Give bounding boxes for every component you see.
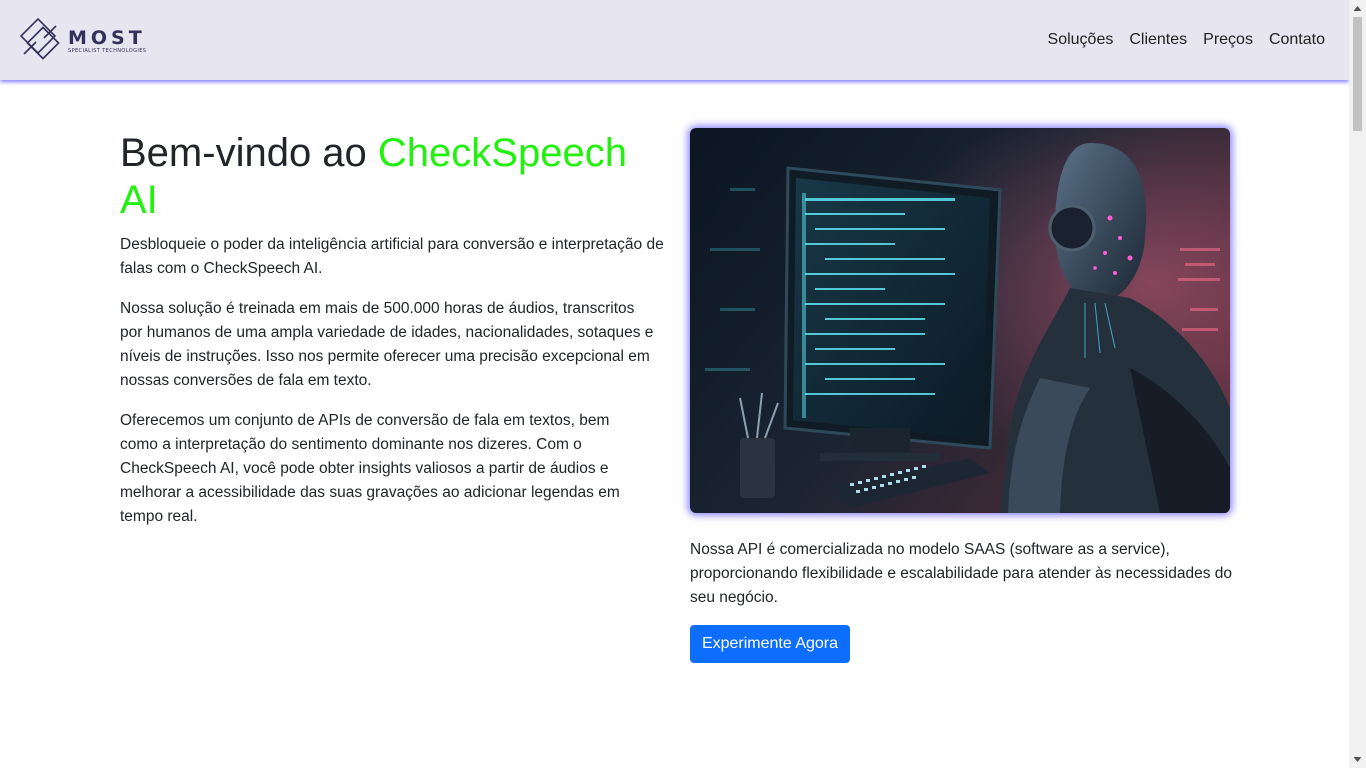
- brand-logo[interactable]: MOST SPECIALIST TECHNOLOGIES: [18, 14, 146, 68]
- nav-link-contato[interactable]: Contato: [1269, 29, 1325, 51]
- navbar: MOST SPECIALIST TECHNOLOGIES Soluções Cl…: [0, 0, 1349, 80]
- saas-paragraph: Nossa API é comercializada no modelo SAA…: [690, 541, 1233, 606]
- diamond-logo-icon: [19, 17, 60, 60]
- hero-image: [690, 128, 1230, 513]
- nav-link-clientes[interactable]: Clientes: [1129, 29, 1187, 51]
- try-now-button[interactable]: Experimente Agora: [690, 625, 850, 663]
- nav-link-precos[interactable]: Preços: [1203, 29, 1253, 51]
- logo-wordmark: MOST: [68, 27, 146, 49]
- hero-title: Bem-vindo ao CheckSpeech AI: [120, 130, 660, 224]
- intro-paragraph: Desbloqueie o poder da inteligência arti…: [120, 236, 664, 277]
- scroll-up-icon[interactable]: [1349, 0, 1366, 17]
- nav-link-solucoes[interactable]: Soluções: [1048, 29, 1114, 51]
- apis-paragraph: Oferecemos um conjunto de APIs de conver…: [120, 412, 620, 525]
- scroll-down-icon[interactable]: [1349, 751, 1366, 768]
- scroll-thumb[interactable]: [1353, 17, 1362, 131]
- main-nav: Soluções Clientes Preços Contato: [1048, 29, 1325, 51]
- logo-tagline: SPECIALIST TECHNOLOGIES: [68, 48, 147, 54]
- ai-robot-computer-illustration: [690, 128, 1230, 513]
- training-paragraph: Nossa solução é treinada em mais de 500.…: [120, 300, 654, 389]
- hero-title-prefix: Bem-vindo ao: [120, 131, 378, 175]
- vertical-scrollbar[interactable]: [1349, 0, 1366, 768]
